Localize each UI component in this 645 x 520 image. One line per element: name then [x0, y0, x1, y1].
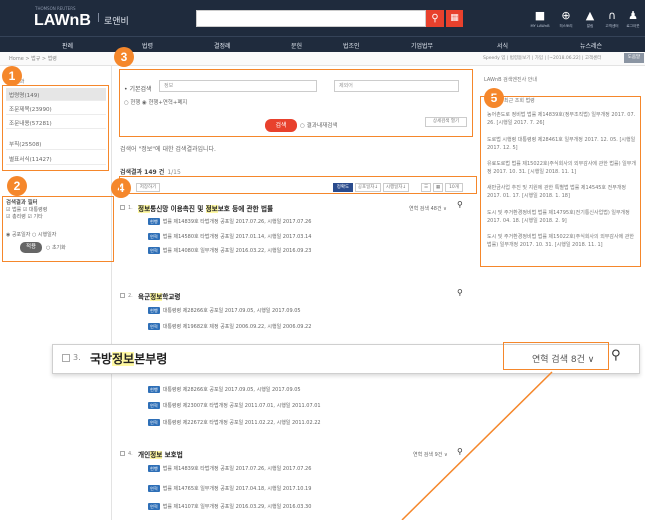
result-checkbox[interactable]: 4.: [120, 450, 133, 457]
result-sub-item[interactable]: 현행 대통령령 제28266호 공포일 2017.09.05, 시행일 2017.…: [148, 386, 301, 393]
result-sub-item[interactable]: 연혁 법률 제14765호 일부개정 공포일 2017.04.18, 시행일 20…: [148, 485, 311, 492]
nav-item[interactable]: 결정례: [214, 41, 231, 50]
nav-item[interactable]: 문헌: [291, 41, 302, 50]
recent-law-item[interactable]: 도시 및 주거환경정비법 법률 제14795호(전기통신사업법) 일부개정 20…: [487, 209, 637, 225]
zoomed-result-checkbox[interactable]: [62, 354, 70, 362]
list-view-icon[interactable]: ☰: [421, 183, 431, 192]
result-sub-item[interactable]: 연혁 대통령령 제19682호 제정 공포일 2006.09.22, 시행일 20…: [148, 323, 311, 330]
recent-law-item[interactable]: 새만금사업 추진 및 지원에 관한 특별법 법률 제14545호 전부개정 20…: [487, 184, 637, 200]
advanced-search-button[interactable]: 상세검색 열기: [425, 117, 467, 127]
result-sub-item[interactable]: 연혁 법률 제14080호 일부개정 공포일 2016.03.22, 시행일 20…: [148, 247, 311, 254]
search-guide-link[interactable]: LAWnB 검색엔진사 안내: [484, 76, 537, 83]
callout-pointer-line: [401, 371, 553, 520]
recent-law-item[interactable]: 도시 및 주거환경정비법 법률 제15022호(주식회사의 외부감사에 관한 법…: [487, 233, 637, 249]
nav-item[interactable]: 뉴스레슨: [580, 41, 602, 50]
folder-icon[interactable]: ■ MY LAWnB: [528, 10, 552, 29]
category-item[interactable]: 법령명(149): [6, 88, 106, 101]
main-search-input[interactable]: [196, 10, 426, 27]
sort-accuracy-button[interactable]: 정확도: [333, 183, 353, 192]
result-sub-item[interactable]: 연혁 대통령령 제23007호 타법개정 공포일 2011.07.01, 시행일 …: [148, 402, 321, 409]
search-within-radio[interactable]: ○ 결과내재검색: [300, 121, 338, 129]
category-item[interactable]: 부칙(25508): [6, 137, 106, 150]
grid-icon[interactable]: ▦: [446, 10, 463, 27]
callout-badge-3: 3: [114, 47, 134, 67]
callout-badge-1: 1: [2, 66, 22, 86]
sort-enforcement-button[interactable]: 시행일자↓: [383, 183, 409, 192]
result-sub-item[interactable]: 연혁 대통령령 제22672호 타법개정 공포일 2011.02.22, 시행일 …: [148, 419, 321, 426]
bell-icon[interactable]: ▲ 알림: [578, 10, 602, 29]
recent-laws-title: 최근 조회 법령: [504, 98, 535, 104]
category-item[interactable]: 별표서식(11427): [6, 152, 106, 165]
reset-filter-button[interactable]: ○ 초기화: [46, 244, 66, 251]
history-count[interactable]: 연혁 검색 48건 ∨: [409, 205, 447, 212]
search-button[interactable]: 검색: [265, 119, 297, 132]
nav-item[interactable]: 판례: [62, 41, 73, 50]
save-button[interactable]: 저장하기: [136, 183, 160, 192]
zoom-icon[interactable]: ⚲: [611, 348, 621, 363]
sort-promulgation-button[interactable]: 공포일자↓: [355, 183, 381, 192]
category-item[interactable]: 조문내용(57281): [6, 116, 106, 129]
date-type-radio[interactable]: ◉ 공포일자 ○ 시행일자: [6, 231, 56, 238]
help-button[interactable]: 도움말: [624, 53, 644, 63]
zoom-icon[interactable]: ⚲: [457, 200, 463, 209]
result-sub-item[interactable]: 연혁 법률 제14580호 타법개정 공포일 2017.01.14, 시행일 20…: [148, 233, 311, 240]
filter-checkbox-row[interactable]: ☑ 총리령 ☑ 기타: [6, 213, 43, 220]
search-icon[interactable]: ⚲: [426, 10, 444, 27]
filter-title: 검색결과 필터: [6, 200, 38, 206]
result-title[interactable]: 정보통신망 이용촉진 및 정보보호 등에 관한 법률: [138, 203, 273, 213]
result-count: 검색결과 149 건 1/15: [120, 169, 181, 176]
utility-links[interactable]: Speedy 입 | 법령돋보기 | 가입 | [~2018.06.22] | …: [483, 55, 601, 61]
recent-law-item[interactable]: 유료도로법 법률 제15022호(주식회사의 외부감사에 관한 법률) 일부개정…: [487, 160, 637, 176]
callout-badge-2: 2: [7, 176, 27, 196]
zoomed-result-number: 3.: [73, 353, 81, 362]
breadcrumb-bar: Home > 법규 > 법령 Speedy 입 | 법령돋보기 | 가입 | […: [0, 52, 645, 66]
history-count-highlight: [503, 342, 609, 370]
nav-item[interactable]: 기업법무: [411, 41, 433, 50]
nav-item[interactable]: 서식: [497, 41, 508, 50]
result-message: 검색어 "정보"에 대한 검색결과입니다.: [120, 146, 216, 153]
basic-search-label: • 기본검색: [124, 86, 152, 93]
filter-checkbox-row[interactable]: ☑ 법률 ☑ 대통령령: [6, 206, 47, 213]
result-title[interactable]: 육군정보학교령: [138, 291, 180, 301]
keyword-input[interactable]: 정보: [159, 80, 317, 92]
history-icon[interactable]: ⊕ 히스토리: [554, 10, 578, 29]
result-sub-item[interactable]: 현행 대통령령 제28266호 공포일 2017.09.05, 시행일 2017.…: [148, 307, 301, 314]
main-nav: 판례 법령 결정례 문헌 법조인 기업법무 서식 뉴스레슨: [0, 36, 645, 52]
category-item[interactable]: 조문제목(23990): [6, 102, 106, 115]
result-checkbox[interactable]: 2.: [120, 292, 133, 299]
recent-law-item[interactable]: 도로법 시행령 대통령령 제28461호 일부개정 2017. 12. 05. …: [487, 136, 637, 152]
zoomed-result-title[interactable]: 국방정보본부령: [90, 350, 167, 367]
tile-view-icon[interactable]: ▦: [433, 183, 443, 192]
page-size-select[interactable]: 10개: [445, 183, 463, 192]
recent-law-item[interactable]: 농어촌도로 정비법 법률 제14839호(정부조직법) 일부개정 2017. 0…: [487, 111, 637, 127]
user-icon[interactable]: ♟ 로그아웃: [621, 10, 645, 29]
result-sub-item[interactable]: 현행 법률 제14839호 타법개정 공포일 2017.07.26, 시행일 20…: [148, 218, 311, 225]
apply-filter-button[interactable]: 적용: [20, 242, 42, 253]
result-sub-item[interactable]: 연혁 법률 제14107호 일부개정 공포일 2016.03.29, 시행일 20…: [148, 503, 311, 510]
lawnb-logo[interactable]: LAWnB: [34, 12, 91, 30]
logo-korean: 로앤비: [104, 17, 129, 27]
logo-separator: |: [97, 13, 101, 23]
result-checkbox[interactable]: 1.: [120, 204, 133, 211]
exclude-input[interactable]: 제외어: [334, 80, 459, 92]
result-sub-item[interactable]: 현행 법률 제14839호 타법개정 공포일 2017.07.26, 시행일 20…: [148, 465, 311, 472]
scope-radio[interactable]: ○ 현행 ◉ 현행+연혁+폐지: [124, 98, 187, 106]
nav-item[interactable]: 법령: [142, 41, 153, 50]
breadcrumb: Home > 법규 > 법령: [9, 56, 57, 62]
result-title[interactable]: 개인정보 보호법: [138, 449, 183, 459]
zoom-icon[interactable]: ⚲: [457, 288, 463, 297]
logo-subtitle: THOMSON REUTERS: [35, 6, 76, 11]
nav-item[interactable]: 법조인: [343, 41, 360, 50]
